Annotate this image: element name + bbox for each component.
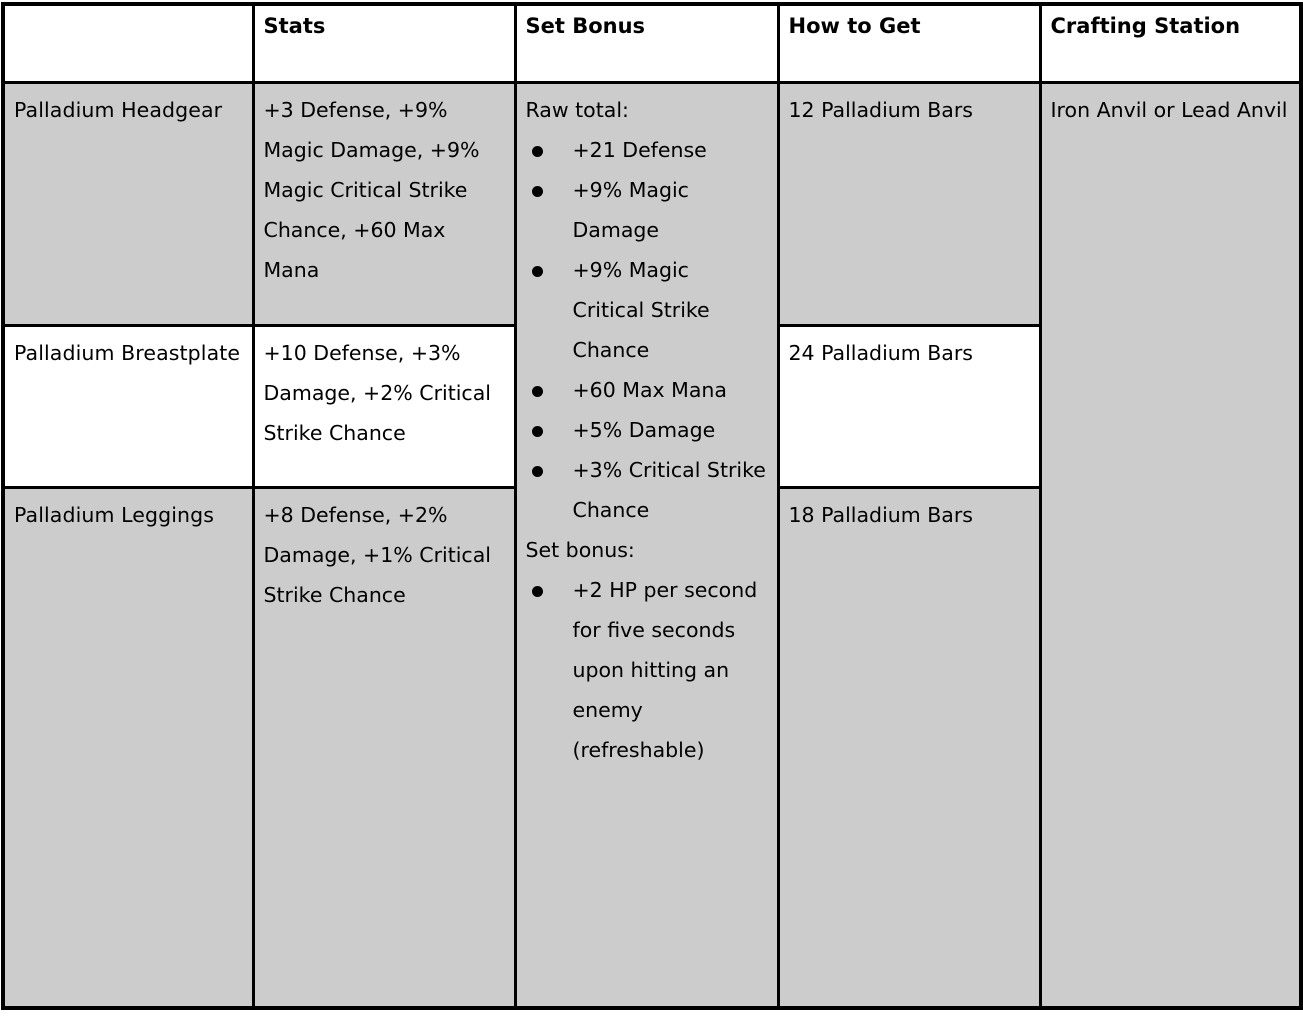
set-bonus-effect-block: Set bonus: +2 HP per second for five sec…: [526, 531, 767, 771]
cell-stats-leggings: +8 Defense, +2% Damage, +1% Critical Str…: [251, 486, 517, 1009]
table-header: Stats Set Bonus How to Get Crafting Stat…: [1, 2, 1303, 84]
cell-how-to-get-leggings: 18 Palladium Bars: [776, 486, 1042, 1009]
list-item: +60 Max Mana: [526, 371, 767, 411]
cell-stats-headgear: +3 Defense, +9% Magic Damage, +9% Magic …: [251, 81, 517, 327]
cell-how-to-get-breastplate: 24 Palladium Bars: [776, 324, 1042, 489]
list-item: +5% Damage: [526, 411, 767, 451]
cell-set-bonus-merged: Raw total: +21 Defense +9% Magic Damage …: [513, 81, 780, 1009]
column-header-how-to-get: How to Get: [776, 2, 1042, 84]
cell-how-to-get-headgear: 12 Palladium Bars: [776, 81, 1042, 327]
cell-item-name-leggings: Palladium Leggings: [1, 486, 255, 1009]
set-bonus-effect-list: +2 HP per second for five seconds upon h…: [526, 571, 767, 771]
set-bonus-label: Set bonus:: [525, 537, 635, 562]
cell-item-name-headgear: Palladium Headgear: [1, 81, 255, 327]
list-item: +3% Critical Strike Chance: [526, 451, 767, 531]
set-bonus-raw-total-list: +21 Defense +9% Magic Damage +9% Magic C…: [526, 131, 767, 531]
list-item: +9% Magic Critical Strike Chance: [526, 251, 767, 371]
palladium-armor-table: Stats Set Bonus How to Get Crafting Stat…: [1, 2, 1303, 1010]
list-item: +9% Magic Damage: [526, 171, 767, 251]
column-header-set-bonus: Set Bonus: [513, 2, 780, 84]
table-row: Palladium Headgear +3 Defense, +9% Magic…: [1, 81, 1303, 1009]
cell-item-name-breastplate: Palladium Breastplate: [1, 324, 255, 489]
header-row: Stats Set Bonus How to Get Crafting Stat…: [1, 2, 1303, 84]
table-body: Palladium Headgear +3 Defense, +9% Magic…: [1, 81, 1303, 1009]
set-bonus-raw-total-label: Raw total:: [525, 98, 629, 122]
cell-stats-breastplate: +10 Defense, +3% Damage, +2% Critical St…: [251, 324, 517, 489]
column-header-crafting-station: Crafting Station: [1038, 2, 1303, 84]
cell-crafting-station-merged: Iron Anvil or Lead Anvil: [1038, 81, 1303, 1009]
set-bonus-raw-total-block: Raw total: +21 Defense +9% Magic Damage …: [526, 91, 767, 531]
column-header-stats: Stats: [251, 2, 517, 84]
list-item: +21 Defense: [526, 131, 767, 171]
column-header-item-name: [1, 2, 255, 84]
list-item: +2 HP per second for five seconds upon h…: [526, 571, 767, 771]
